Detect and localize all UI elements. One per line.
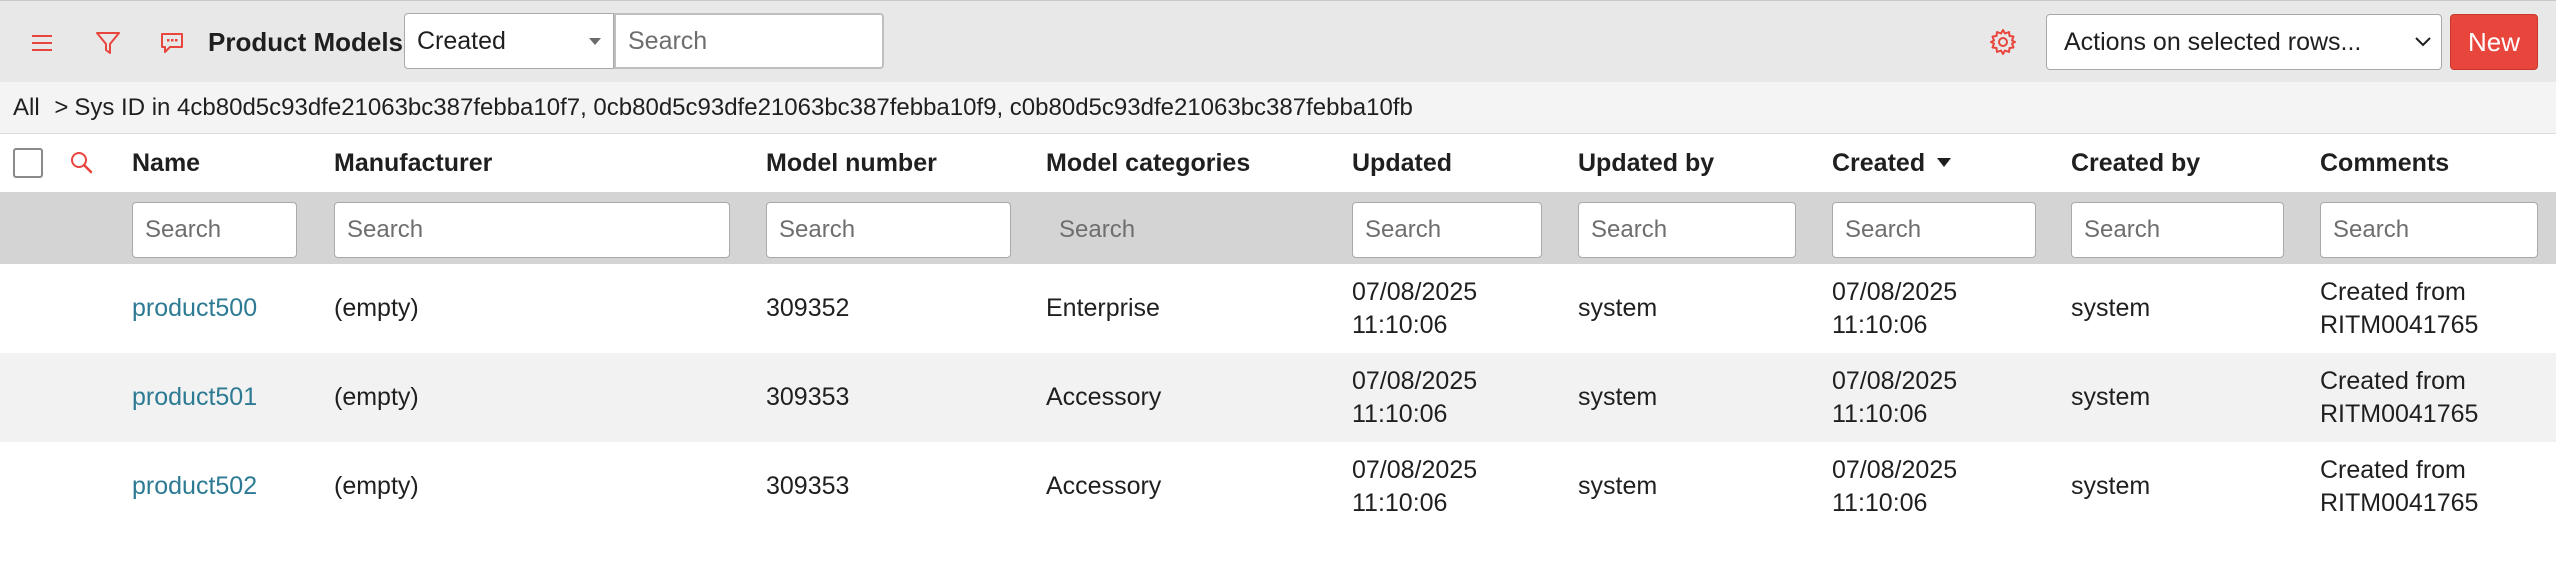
cell-model-categories: Accessory — [1046, 383, 1162, 411]
cell-updated-date: 07/08/2025 — [1352, 366, 1478, 395]
cell-created-time: 11:10:06 — [1832, 488, 1928, 517]
cell-comments: Created from RITM0041765 — [2320, 353, 2478, 442]
page-title: Product Models — [208, 27, 404, 57]
breadcrumb-root-link[interactable]: All — [13, 94, 40, 121]
cell-updated-by: system — [1578, 294, 1658, 322]
hamburger-menu-icon[interactable] — [22, 23, 62, 63]
cell-comments: Created from RITM0041765 — [2320, 264, 2478, 353]
caret-down-icon — [589, 38, 601, 45]
cell-updated-date: 07/08/2025 — [1352, 455, 1478, 484]
cell-comments: Created from RITM0041765 — [2320, 442, 2478, 531]
cell-model-number: 309353 — [766, 472, 850, 500]
chevron-down-icon — [2415, 37, 2431, 47]
column-header-created[interactable]: Created — [1832, 148, 1952, 178]
cell-created-by: system — [2071, 472, 2151, 500]
cell-created: 07/08/2025 11:10:06 — [1832, 264, 1957, 353]
cell-created-by: system — [2071, 383, 2151, 411]
column-header-created-by[interactable]: Created by — [2071, 148, 2200, 178]
filter-input-updated-by[interactable] — [1578, 202, 1796, 258]
column-header-created-label: Created — [1832, 149, 1926, 177]
cell-name-link[interactable]: product500 — [132, 264, 257, 353]
column-header-model-number[interactable]: Model number — [766, 148, 937, 178]
breadcrumb-separator: > — [54, 94, 69, 121]
breadcrumb: All > Sys ID in 4cb80d5c93dfe21063bc387fe… — [13, 94, 1413, 122]
cell-manufacturer: (empty) — [334, 472, 419, 500]
cell-comments-line1: Created from — [2320, 366, 2466, 395]
cell-updated-by: system — [1578, 472, 1658, 500]
column-header-updated[interactable]: Updated — [1352, 148, 1452, 178]
cell-model-number: 309352 — [766, 294, 850, 322]
filter-input-name[interactable] — [132, 202, 297, 258]
column-header-updated-by[interactable]: Updated by — [1578, 148, 1714, 178]
filter-input-model-categories[interactable] — [1046, 202, 1304, 258]
cell-created: 07/08/2025 11:10:06 — [1832, 442, 1957, 531]
filter-input-comments[interactable] — [2320, 202, 2538, 258]
cell-updated: 07/08/2025 11:10:06 — [1352, 264, 1477, 353]
table-row: product502 (empty) 309353 Accessory 07/0… — [0, 442, 2556, 531]
cell-created-time: 11:10:06 — [1832, 399, 1928, 428]
cell-created-date: 07/08/2025 — [1832, 366, 1958, 395]
column-header-comments[interactable]: Comments — [2320, 148, 2449, 178]
cell-name-link[interactable]: product502 — [132, 442, 257, 531]
cell-updated-time: 11:10:06 — [1352, 488, 1448, 517]
cell-comments-line1: Created from — [2320, 277, 2466, 306]
new-button[interactable]: New — [2450, 14, 2538, 70]
cell-created: 07/08/2025 11:10:06 — [1832, 353, 1957, 442]
cell-model-categories: Accessory — [1046, 472, 1162, 500]
column-header-manufacturer[interactable]: Manufacturer — [334, 148, 492, 178]
filter-input-updated[interactable] — [1352, 202, 1542, 258]
filter-input-created[interactable] — [1832, 202, 2036, 258]
cell-comments-line2: RITM0041765 — [2320, 488, 2479, 517]
list-header: Product Models Created Actions on select… — [0, 0, 2556, 82]
cell-created-date: 07/08/2025 — [1832, 277, 1958, 306]
actions-on-selected-rows-select[interactable]: Actions on selected rows... — [2046, 14, 2442, 70]
cell-updated: 07/08/2025 11:10:06 — [1352, 353, 1477, 442]
cell-created-time: 11:10:06 — [1832, 310, 1928, 339]
cell-comments-line2: RITM0041765 — [2320, 310, 2479, 339]
table-row: product501 (empty) 309353 Accessory 07/0… — [0, 353, 2556, 442]
cell-manufacturer: (empty) — [334, 383, 419, 411]
cell-model-number: 309353 — [766, 383, 850, 411]
gear-icon[interactable] — [1982, 21, 2024, 63]
list-search-input[interactable] — [614, 13, 884, 69]
cell-comments-line2: RITM0041765 — [2320, 399, 2479, 428]
cell-updated-time: 11:10:06 — [1352, 310, 1448, 339]
cell-updated-date: 07/08/2025 — [1352, 277, 1478, 306]
column-header-name[interactable]: Name — [132, 148, 200, 178]
filter-input-manufacturer[interactable] — [334, 202, 730, 258]
filter-funnel-icon[interactable] — [88, 23, 128, 63]
filter-input-model-number[interactable] — [766, 202, 1011, 258]
filter-field-select-value: Created — [417, 27, 506, 55]
filter-input-created-by[interactable] — [2071, 202, 2284, 258]
cell-created-by: system — [2071, 294, 2151, 322]
cell-updated-by: system — [1578, 383, 1658, 411]
sort-descending-icon — [1937, 157, 1952, 167]
search-icon[interactable] — [67, 148, 97, 178]
select-all-checkbox[interactable] — [13, 148, 43, 178]
column-header-model-categories[interactable]: Model categories — [1046, 148, 1250, 178]
breadcrumb-bar: All > Sys ID in 4cb80d5c93dfe21063bc387fe… — [0, 82, 2556, 134]
table-header-row: Name Manufacturer Model number Model cat… — [0, 134, 2556, 192]
cell-updated-time: 11:10:06 — [1352, 399, 1448, 428]
column-filter-row — [0, 192, 2556, 264]
cell-manufacturer: (empty) — [334, 294, 419, 322]
actions-select-value: Actions on selected rows... — [2064, 28, 2362, 56]
table-row: product500 (empty) 309352 Enterprise 07/… — [0, 264, 2556, 353]
chat-bubble-icon[interactable] — [152, 23, 192, 63]
cell-comments-line1: Created from — [2320, 455, 2466, 484]
cell-updated: 07/08/2025 11:10:06 — [1352, 442, 1477, 531]
cell-name-link[interactable]: product501 — [132, 353, 257, 442]
cell-created-date: 07/08/2025 — [1832, 455, 1958, 484]
filter-field-select[interactable]: Created — [404, 13, 614, 69]
cell-model-categories: Enterprise — [1046, 294, 1160, 322]
breadcrumb-condition-link[interactable]: Sys ID in 4cb80d5c93dfe21063bc387febba10… — [74, 94, 1413, 121]
